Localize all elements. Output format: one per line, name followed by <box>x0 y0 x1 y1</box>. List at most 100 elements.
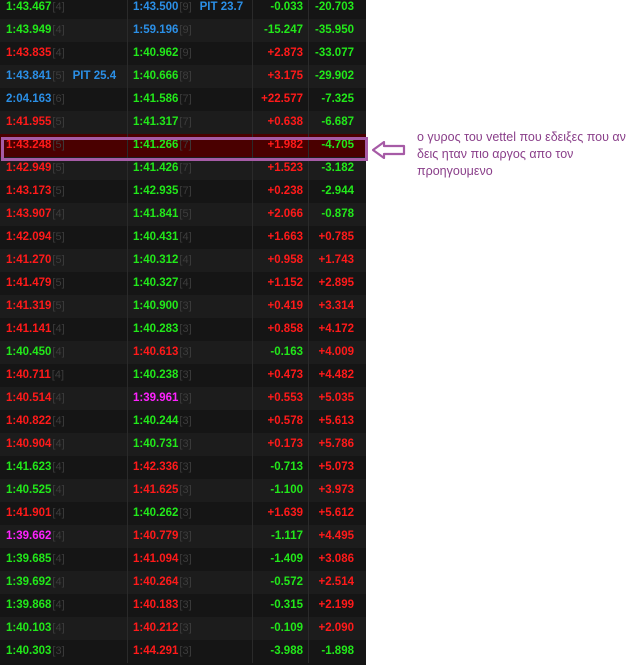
driver1-lap-time: 2:04.163 <box>6 93 52 105</box>
driver2-lap-cell: 1:41.094[3] <box>133 548 192 571</box>
lap-gap: -3.988 <box>270 645 303 657</box>
cumulative-gap: -33.077 <box>314 47 354 59</box>
driver2-stint-lap: [3] <box>179 461 192 473</box>
driver1-lap-time: 1:40.303 <box>6 645 52 657</box>
lap-gap: +0.473 <box>267 369 304 381</box>
driver1-lap-time: 1:41.955 <box>6 116 52 128</box>
driver1-lap-cell: 1:39.692[4] <box>6 571 65 594</box>
driver2-lap-time: 1:42.935 <box>133 185 179 197</box>
driver2-stint-lap: [7] <box>179 93 192 105</box>
column-divider <box>127 111 128 134</box>
driver1-lap-time: 1:42.094 <box>6 231 52 243</box>
driver1-lap-time: 1:43.173 <box>6 185 52 197</box>
driver1-lap-time: 1:40.525 <box>6 484 52 496</box>
cumulative-gap: -35.950 <box>314 24 354 36</box>
driver2-lap-cell: 1:40.312[4] <box>133 249 192 272</box>
driver1-lap-cell: 1:40.822[4] <box>6 410 65 433</box>
table-row: 1:40.514[4] 1:39.961[3] +0.553 +5.035 <box>0 387 366 410</box>
driver2-lap-time: 1:40.238 <box>133 369 179 381</box>
lap-gap: +2.873 <box>267 47 304 59</box>
driver2-pit-label: PIT 23.7 <box>199 1 244 13</box>
driver1-stint-lap: [4] <box>52 346 65 358</box>
table-row: 1:41.479[5] 1:40.327[4] +1.152 +2.895 <box>0 272 366 295</box>
driver2-stint-lap: [3] <box>179 622 192 634</box>
driver1-lap-time: 1:41.479 <box>6 277 52 289</box>
driver1-lap-cell: 1:40.303[3] <box>6 640 65 663</box>
lap-time-table: 1:43.467[4] 1:43.500[9] PIT 23.7 -0.033 -20.… <box>0 0 366 665</box>
driver1-lap-cell: 1:40.525[4] <box>6 479 65 502</box>
driver2-lap-cell: 1:40.779[3] <box>133 525 192 548</box>
driver1-stint-lap: [5] <box>52 162 65 174</box>
table-row: 1:43.841[5] PIT 25.4 1:40.666[8] +3.175 -29.… <box>0 65 366 88</box>
driver2-lap-cell: 1:40.238[3] <box>133 364 192 387</box>
driver1-stint-lap: [4] <box>52 1 65 13</box>
driver1-stint-lap: [4] <box>52 461 65 473</box>
driver1-stint-lap: [4] <box>52 553 65 565</box>
table-row: 1:43.949[4] 1:59.196[9] -15.247 -35.950 <box>0 19 366 42</box>
driver2-lap-cell: 1:42.336[3] <box>133 456 192 479</box>
highlighted-row-outline <box>1 137 368 161</box>
lap-gap: +3.175 <box>267 70 304 82</box>
driver2-lap-time: 1:40.283 <box>133 323 179 335</box>
driver2-lap-cell: 1:40.327[4] <box>133 272 192 295</box>
driver1-stint-lap: [3] <box>52 645 65 657</box>
driver1-stint-lap: [4] <box>52 24 65 36</box>
driver1-lap-time: 1:39.868 <box>6 599 52 611</box>
driver2-lap-cell: 1:40.183[3] <box>133 594 192 617</box>
arrow-left-icon <box>372 141 406 159</box>
lap-gap: -0.109 <box>270 622 303 634</box>
driver2-lap-cell: 1:40.962[9] <box>133 42 192 65</box>
driver1-lap-cell: 1:43.949[4] <box>6 19 65 42</box>
cumulative-gap: +0.785 <box>318 231 355 243</box>
table-row: 1:40.711[4] 1:40.238[3] +0.473 +4.482 <box>0 364 366 387</box>
column-divider <box>127 456 128 479</box>
driver1-lap-time: 1:40.904 <box>6 438 52 450</box>
driver2-lap-cell: 1:40.262[3] <box>133 502 192 525</box>
driver2-lap-cell: 1:40.900[3] <box>133 295 192 318</box>
driver1-stint-lap: [4] <box>52 599 65 611</box>
driver1-stint-lap: [4] <box>52 507 65 519</box>
driver2-lap-cell: 1:39.961[3] <box>133 387 192 410</box>
driver2-lap-time: 1:42.336 <box>133 461 179 473</box>
driver1-stint-lap: [5] <box>52 254 65 266</box>
column-divider <box>127 272 128 295</box>
lap-gap: -0.033 <box>270 1 303 13</box>
table-row: 1:43.467[4] 1:43.500[9] PIT 23.7 -0.033 -20.… <box>0 0 366 19</box>
driver2-stint-lap: [3] <box>179 438 192 450</box>
driver2-lap-time: 1:40.666 <box>133 70 179 82</box>
column-divider <box>127 295 128 318</box>
cumulative-gap: +4.172 <box>318 323 355 335</box>
driver1-stint-lap: [4] <box>52 208 65 220</box>
driver1-lap-time: 1:41.901 <box>6 507 52 519</box>
lap-gap: +0.238 <box>267 185 304 197</box>
driver1-lap-time: 1:43.949 <box>6 24 52 36</box>
driver1-lap-cell: 1:40.904[4] <box>6 433 65 456</box>
driver1-lap-cell: 1:39.868[4] <box>6 594 65 617</box>
table-row: 1:41.623[4] 1:42.336[3] -0.713 +5.073 <box>0 456 366 479</box>
driver2-lap-time: 1:59.196 <box>133 24 179 36</box>
driver2-lap-time: 1:41.426 <box>133 162 179 174</box>
driver2-lap-cell: 1:41.625[3] <box>133 479 192 502</box>
column-divider <box>127 0 128 19</box>
driver1-stint-lap: [5] <box>52 116 65 128</box>
driver2-lap-cell: 1:59.196[9] <box>133 19 192 42</box>
driver2-lap-time: 1:40.327 <box>133 277 179 289</box>
lap-gap: -1.117 <box>271 530 303 542</box>
driver1-stint-lap: [4] <box>52 484 65 496</box>
driver1-lap-time: 1:40.822 <box>6 415 52 427</box>
cumulative-gap: +3.314 <box>318 300 355 312</box>
driver2-stint-lap: [3] <box>179 507 192 519</box>
driver1-lap-cell: 1:43.907[4] <box>6 203 65 226</box>
table-row: 1:42.094[5] 1:40.431[4] +1.663 +0.785 <box>0 226 366 249</box>
driver2-stint-lap: [3] <box>179 576 192 588</box>
column-divider <box>127 65 128 88</box>
driver2-lap-cell: 1:40.731[3] <box>133 433 192 456</box>
driver2-stint-lap: [7] <box>179 116 192 128</box>
lap-gap: +0.578 <box>267 415 304 427</box>
driver2-lap-time: 1:41.841 <box>133 208 179 220</box>
driver1-lap-cell: 1:40.711[4] <box>6 364 64 387</box>
cumulative-gap: +5.613 <box>318 415 355 427</box>
driver1-lap-time: 1:43.835 <box>6 47 52 59</box>
lap-gap: +0.958 <box>267 254 304 266</box>
driver2-stint-lap: [3] <box>179 530 192 542</box>
